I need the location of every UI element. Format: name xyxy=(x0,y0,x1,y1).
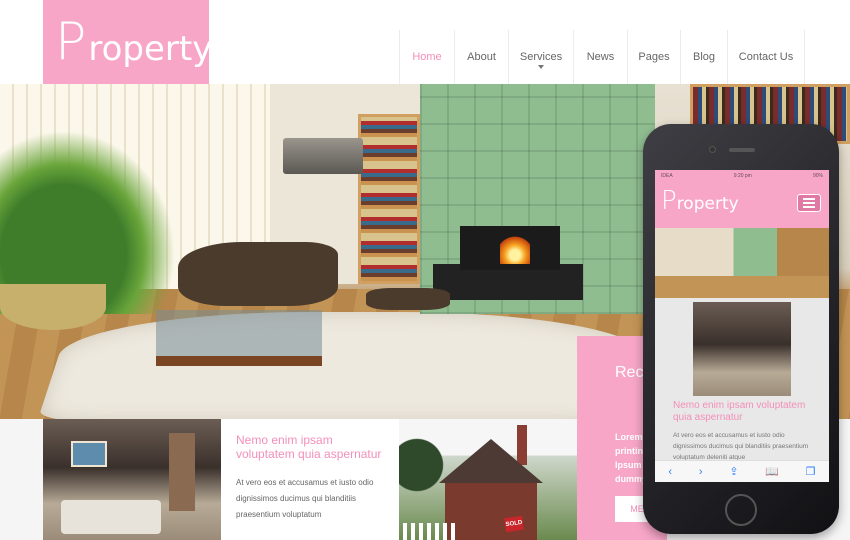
mobile-header: Property xyxy=(655,182,829,228)
home-button xyxy=(725,494,757,526)
mobile-logo[interactable]: Property xyxy=(661,188,739,214)
nav-label: Blog xyxy=(692,51,716,63)
hero-plant-pot xyxy=(0,284,106,330)
house-roof xyxy=(439,439,543,483)
mobile-card-body: At vero eos et accusamus et iusto odio d… xyxy=(673,432,809,461)
room-sofa xyxy=(61,500,161,534)
nav-news[interactable]: News xyxy=(573,30,627,84)
house-thumbnail[interactable]: SOLD xyxy=(399,419,577,540)
nav-blog[interactable]: Blog xyxy=(680,30,727,84)
tabs-icon[interactable]: ❐ xyxy=(806,465,816,478)
clock-label: 9:20 pm xyxy=(733,173,752,179)
phone-screen: IDEA 9:20 pm 90% Property Nemo enim ipsa… xyxy=(655,170,829,482)
forward-arrow-icon[interactable]: › xyxy=(699,466,703,478)
property-card: Nemo enim ipsam voluptatem quia aspernat… xyxy=(221,419,399,540)
caret-down-icon xyxy=(538,65,544,69)
nav-services[interactable]: Services xyxy=(508,30,573,84)
fire-icon xyxy=(500,234,530,264)
logo-text: roperty xyxy=(88,29,213,69)
status-bar: IDEA 9:20 pm 90% xyxy=(655,170,829,182)
back-arrow-icon[interactable]: ‹ xyxy=(668,466,672,478)
hero-bookshelf-left xyxy=(358,114,420,284)
hero-lamp xyxy=(283,138,363,174)
room-thumbnail[interactable] xyxy=(43,419,221,540)
nav-home[interactable]: Home xyxy=(399,30,454,84)
mobile-thumb-area xyxy=(655,298,829,396)
mobile-hero-image xyxy=(655,228,829,298)
speaker-grille xyxy=(729,148,755,152)
share-icon[interactable]: ⇪ xyxy=(729,465,738,478)
sold-sign: SOLD xyxy=(504,515,524,533)
nav-label: Pages xyxy=(638,51,670,63)
main-nav: Home About Services News Pages Blog Cont… xyxy=(399,30,805,84)
room-door xyxy=(169,433,195,511)
phone-mockup: IDEA 9:20 pm 90% Property Nemo enim ipsa… xyxy=(643,124,839,534)
wall-picture xyxy=(71,441,107,467)
nav-pages[interactable]: Pages xyxy=(627,30,680,84)
mobile-logo-text: roperty xyxy=(676,194,739,214)
nav-about[interactable]: About xyxy=(454,30,508,84)
logo-initial: P xyxy=(55,12,87,72)
nav-label: Home xyxy=(412,51,442,63)
fence xyxy=(403,523,455,540)
bookmarks-icon[interactable]: 📖 xyxy=(765,465,779,478)
property-card-title[interactable]: Nemo enim ipsam voluptatem quia aspernat… xyxy=(236,433,384,461)
hamburger-menu-icon[interactable] xyxy=(797,194,821,212)
mobile-card-title[interactable]: Nemo enim ipsam voluptatem quia aspernat… xyxy=(673,400,811,424)
mobile-logo-initial: P xyxy=(661,186,677,216)
nav-label: Services xyxy=(519,51,563,63)
camera-icon xyxy=(709,146,716,153)
hero-lounge-chair xyxy=(178,242,338,306)
mobile-room-thumbnail[interactable] xyxy=(693,302,791,396)
nav-label: About xyxy=(467,51,496,63)
battery-label: 90% xyxy=(812,173,823,179)
nav-label: News xyxy=(586,51,615,63)
hero-ottoman xyxy=(366,288,450,310)
hero-rug xyxy=(37,312,663,419)
hero-coffee-table xyxy=(156,310,322,366)
site-logo[interactable]: P roperty xyxy=(43,0,213,84)
nav-label: Contact Us xyxy=(738,51,794,63)
browser-toolbar: ‹ › ⇪ 📖 ❐ xyxy=(655,460,829,482)
nav-contact[interactable]: Contact Us xyxy=(727,30,805,84)
recent-panel-heading: Rec xyxy=(615,364,644,381)
property-card-body: At vero eos et accusamus et iusto odio d… xyxy=(236,478,374,519)
carrier-label: IDEA xyxy=(661,173,673,179)
house-wall xyxy=(445,483,537,540)
